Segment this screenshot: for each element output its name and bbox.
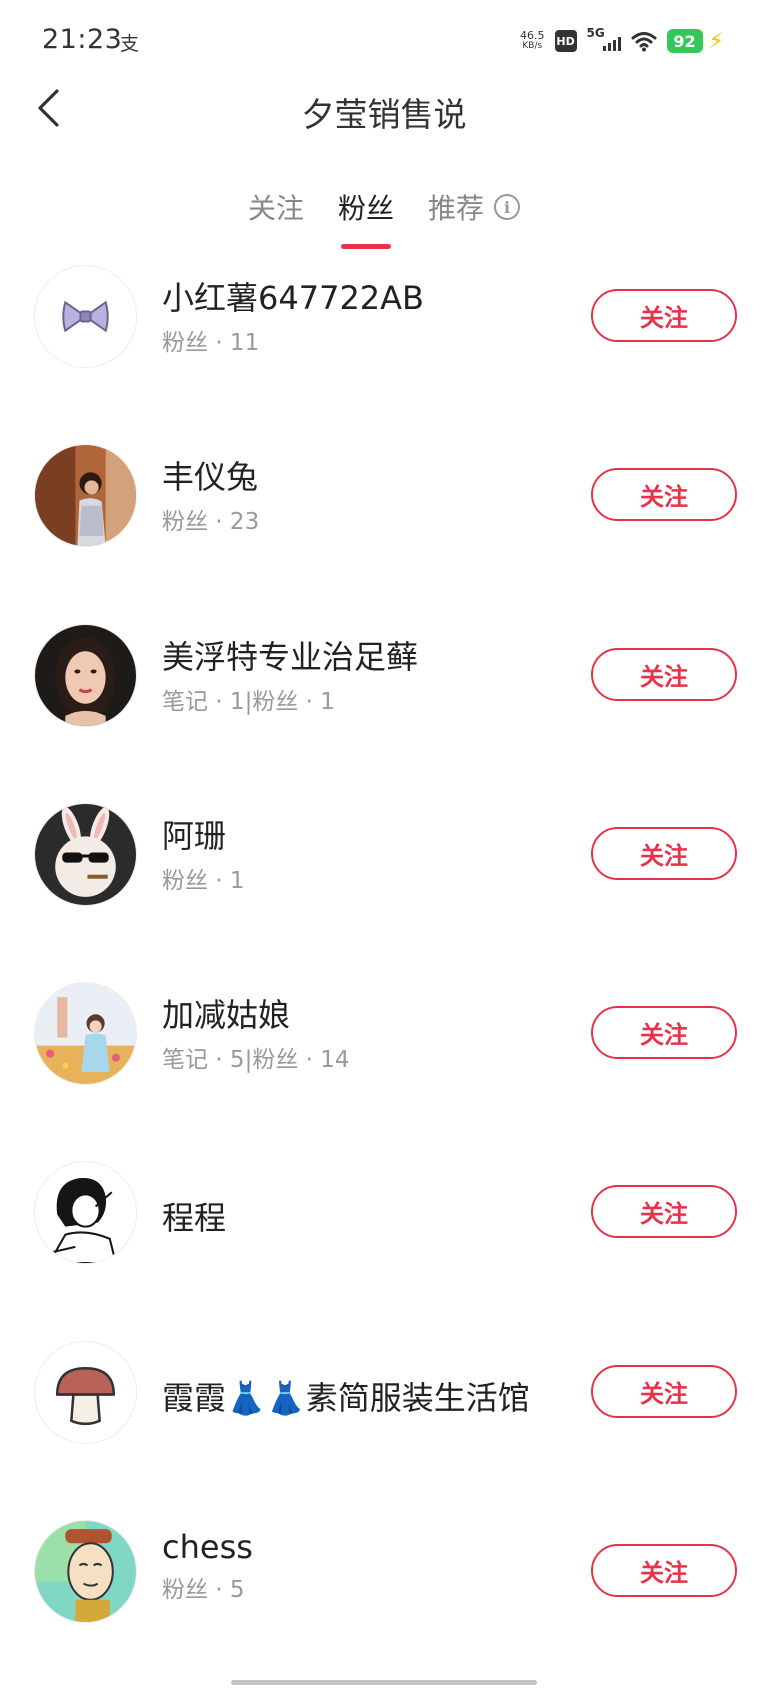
follow-button[interactable]: 关注 [591, 1364, 737, 1418]
tab-bar: 关注 粉丝 推荐 i [0, 180, 768, 249]
fan-stats: 粉丝 · 23 [162, 509, 260, 536]
follow-button[interactable]: 关注 [591, 468, 737, 522]
page-title: 夕莹销售说 [301, 95, 467, 134]
follow-button[interactable]: 关注 [591, 647, 737, 701]
list-item: 美浮特专业治足藓 笔记 · 1|粉丝 · 1 关注 [0, 614, 768, 793]
battery-level: 92 [666, 29, 703, 53]
list-item: chess 粉丝 · 5 关注 [0, 1510, 768, 1689]
fan-info: 丰仪兔 粉丝 · 23 [162, 452, 568, 536]
hd-voice-icon: HD [554, 30, 577, 52]
tab-fans-label: 粉丝 [337, 192, 394, 225]
tab-recommend[interactable]: 推荐 i [411, 187, 537, 227]
fan-info: 阿珊 粉丝 · 1 [162, 811, 568, 895]
follow-button[interactable]: 关注 [591, 1185, 737, 1239]
bow-icon [35, 266, 136, 367]
fan-list: 小红薯647722AB 粉丝 · 11 关注 丰仪兔 粉丝 · 23 关注 美浮… [0, 255, 768, 1689]
follow-button[interactable]: 关注 [591, 1544, 737, 1598]
network-speed-unit: KB/s [522, 41, 543, 51]
follow-button[interactable]: 关注 [591, 289, 737, 342]
follow-button[interactable]: 关注 [591, 826, 737, 880]
avatar[interactable] [34, 1161, 137, 1265]
user-photo-icon [35, 624, 136, 726]
follow-button[interactable]: 关注 [591, 1006, 737, 1060]
list-item: 程程 关注 [0, 1151, 768, 1330]
cartoon-boy-icon [35, 1521, 136, 1623]
fan-name[interactable]: 丰仪兔 [162, 452, 568, 498]
fan-stats: 笔记 · 1|粉丝 · 1 [162, 688, 335, 715]
avatar[interactable] [34, 1340, 137, 1444]
list-item: 丰仪兔 粉丝 · 23 关注 [0, 434, 768, 613]
charging-bolt-icon: ⚡ [708, 28, 724, 54]
avatar[interactable] [34, 623, 137, 727]
status-icons: 46.5 KB/s HD 5G 92 ⚡ [520, 26, 724, 56]
sketch-girl-icon [35, 1162, 136, 1264]
fan-info: 霞霞👗👗素简服装生活馆 [162, 1373, 568, 1419]
network-speed-value: 46.5 [520, 29, 545, 42]
avatar[interactable] [34, 1520, 137, 1624]
list-item: 阿珊 粉丝 · 1 关注 [0, 793, 768, 972]
fan-info: 美浮特专业治足藓 笔记 · 1|粉丝 · 1 [162, 632, 568, 716]
fan-name[interactable]: 霞霞👗👗素简服装生活馆 [162, 1373, 568, 1419]
tab-fans[interactable]: 粉丝 [321, 187, 411, 249]
fan-name[interactable]: 小红薯647722AB [162, 273, 568, 319]
fan-stats: 粉丝 · 11 [162, 330, 260, 356]
avatar[interactable] [34, 982, 137, 1086]
alipay-notification-icon: 支 [120, 33, 140, 55]
list-item: 加减姑娘 笔记 · 5|粉丝 · 14 关注 [0, 972, 768, 1151]
fan-stats: 笔记 · 5|粉丝 · 14 [162, 1047, 350, 1074]
rabbit-icon [35, 803, 136, 905]
list-item: 小红薯647722AB 粉丝 · 11 关注 [0, 255, 768, 434]
fan-info: 程程 [162, 1193, 568, 1239]
tab-following-label: 关注 [247, 192, 304, 225]
info-icon[interactable]: i [494, 194, 521, 220]
status-time: 21:23 [42, 24, 123, 55]
fan-name[interactable]: 阿珊 [162, 811, 568, 857]
tab-recommend-label: 推荐 [428, 192, 485, 225]
fan-name[interactable]: chess [162, 1528, 568, 1566]
user-photo-icon [35, 983, 136, 1085]
status-bar: 21:23 支 46.5 KB/s HD 5G 92 ⚡ [0, 0, 768, 84]
avatar[interactable] [34, 802, 137, 906]
fan-name[interactable]: 美浮特专业治足藓 [162, 632, 568, 678]
wifi-icon [631, 32, 657, 52]
fan-info: 加减姑娘 笔记 · 5|粉丝 · 14 [162, 990, 568, 1074]
user-photo-icon [35, 445, 136, 547]
avatar[interactable] [34, 265, 137, 368]
fan-stats: 粉丝 · 5 [162, 1577, 245, 1604]
network-speed: 46.5 KB/s [520, 30, 545, 52]
tab-following[interactable]: 关注 [231, 187, 321, 227]
avatar[interactable] [34, 444, 137, 548]
fan-name[interactable]: 加减姑娘 [162, 990, 568, 1036]
home-indicator[interactable] [231, 1680, 537, 1685]
active-tab-indicator [340, 244, 391, 249]
mushroom-icon [35, 1341, 136, 1443]
fan-stats: 粉丝 · 1 [162, 867, 245, 894]
fan-info: chess 粉丝 · 5 [162, 1528, 568, 1604]
fan-name[interactable]: 程程 [162, 1193, 568, 1239]
list-item: 霞霞👗👗素简服装生活馆 关注 [0, 1331, 768, 1510]
cellular-signal-icon: 5G [587, 26, 621, 53]
fan-info: 小红薯647722AB 粉丝 · 11 [162, 273, 568, 357]
